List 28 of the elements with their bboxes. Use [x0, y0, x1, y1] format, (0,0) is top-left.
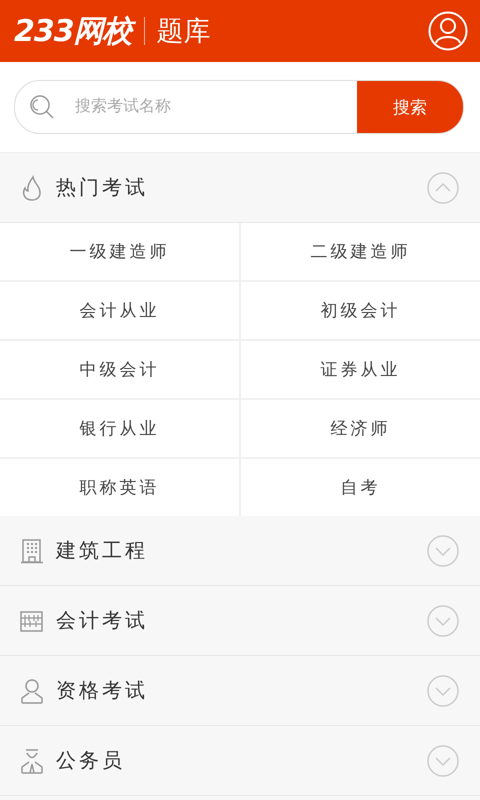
- exam-item[interactable]: 初级会计: [241, 282, 480, 339]
- search-button[interactable]: 搜索: [357, 81, 463, 133]
- exam-item[interactable]: 二级建造师: [241, 223, 480, 280]
- exam-item[interactable]: 经济师: [241, 400, 480, 457]
- expand-icon[interactable]: [427, 744, 459, 776]
- expand-icon[interactable]: [427, 534, 459, 566]
- page-title: 题库: [156, 15, 212, 49]
- collapse-icon[interactable]: [427, 172, 459, 204]
- search-icon: [29, 94, 55, 120]
- exam-item[interactable]: 证券从业: [241, 341, 480, 398]
- category-title: 会计考试: [56, 607, 149, 634]
- building-icon: [20, 536, 44, 564]
- exam-item[interactable]: 职称英语: [0, 459, 239, 516]
- expand-icon[interactable]: [427, 674, 459, 706]
- search-field[interactable]: 搜索考试名称 搜索: [14, 80, 464, 134]
- category-title: 公务员: [56, 747, 126, 774]
- person-icon: [20, 676, 44, 704]
- exam-item[interactable]: 自考: [241, 459, 480, 516]
- exam-item[interactable]: 中级会计: [0, 341, 239, 398]
- category-title: 资格考试: [56, 677, 149, 704]
- exam-item[interactable]: 一级建造师: [0, 223, 239, 280]
- exam-item[interactable]: 银行从业: [0, 400, 239, 457]
- person-icon: [20, 746, 44, 774]
- user-icon[interactable]: [428, 11, 468, 51]
- exam-item[interactable]: 会计从业: [0, 282, 239, 339]
- expand-icon[interactable]: [427, 604, 459, 636]
- category-title: 热门考试: [56, 174, 149, 201]
- category-title: 建筑工程: [56, 537, 149, 564]
